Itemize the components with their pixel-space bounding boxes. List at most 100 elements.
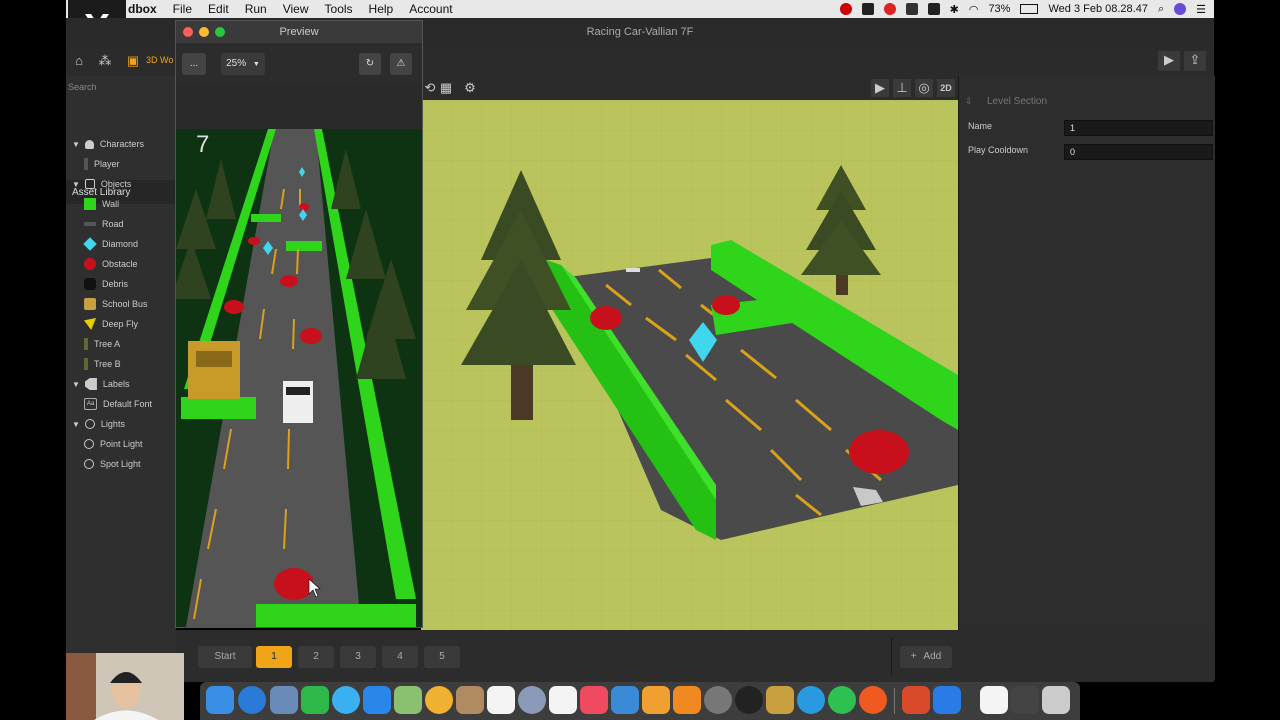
group-lights[interactable]: ▼ Lights	[66, 414, 176, 434]
share-icon[interactable]: ⇪	[1184, 51, 1206, 71]
keynote-icon[interactable]	[611, 686, 639, 714]
level-tab-1[interactable]: 1	[256, 646, 292, 668]
refresh-icon[interactable]: ↻	[359, 53, 381, 75]
preview-app-icon[interactable]	[270, 686, 298, 714]
sphere-icon[interactable]: ◎	[915, 79, 933, 97]
chevron-down-icon[interactable]: ▼	[72, 420, 80, 429]
zoom-select[interactable]: 25% ▼	[221, 53, 265, 75]
tab-3d-world[interactable]: 3D Wo	[146, 55, 173, 65]
start-button[interactable]: Start	[198, 646, 252, 668]
launchpad-icon[interactable]	[518, 686, 546, 714]
battery-percent[interactable]: 73%	[988, 3, 1010, 15]
axes-icon[interactable]: ⊥	[893, 79, 911, 97]
music-icon[interactable]	[580, 686, 608, 714]
asset-label: Diamond	[102, 239, 139, 249]
system-preferences-icon[interactable]	[704, 686, 732, 714]
wifi-icon[interactable]: ◠	[969, 3, 979, 16]
preview-menu-button[interactable]: ...	[182, 53, 206, 75]
menu-help[interactable]: Help	[369, 2, 394, 16]
status-app-icon[interactable]	[905, 3, 918, 15]
battery-icon[interactable]	[1020, 4, 1039, 14]
level-tab-4[interactable]: 4	[382, 646, 418, 668]
settings-icon[interactable]: ⚙	[461, 79, 479, 97]
app-icon[interactable]	[766, 686, 794, 714]
sandbox-app-icon[interactable]	[673, 686, 701, 714]
clock[interactable]: Wed 3 Feb 08.28.47	[1048, 3, 1147, 15]
asset-label: School Bus	[102, 299, 148, 309]
menu-file[interactable]: File	[173, 2, 192, 16]
spotlight-search-icon[interactable]: ⌕	[1158, 3, 1164, 16]
warning-icon[interactable]: ⚠	[390, 53, 412, 75]
scene-viewport[interactable]	[421, 100, 958, 630]
frame-icon[interactable]: ▦	[437, 79, 455, 97]
search-input[interactable]: Search	[68, 82, 172, 96]
notification-center-icon[interactable]: ☰	[1196, 3, 1206, 16]
group-labels[interactable]: ▼ Labels	[66, 374, 176, 394]
name-label: Name	[968, 121, 993, 131]
zoom-icon[interactable]	[933, 686, 961, 714]
level-tab-3[interactable]: 3	[340, 646, 376, 668]
play-icon[interactable]: ▶	[1158, 51, 1180, 71]
facetime-icon[interactable]	[301, 686, 329, 714]
plus-icon: +	[910, 651, 917, 662]
level-tab-2[interactable]: 2	[298, 646, 334, 668]
camera-icon[interactable]: ▶	[871, 79, 889, 97]
calendar-icon[interactable]	[487, 686, 515, 714]
safari-icon[interactable]	[238, 686, 266, 714]
contacts-icon[interactable]	[456, 686, 484, 714]
finder-icon[interactable]	[206, 686, 234, 714]
home-icon[interactable]: ⌂	[70, 52, 88, 70]
toggle-2d-button[interactable]: 2D	[937, 79, 955, 97]
menu-view[interactable]: View	[283, 2, 309, 16]
group-characters[interactable]: ▼ Characters	[66, 134, 176, 154]
asset-label: Tree A	[94, 339, 121, 349]
photos-icon[interactable]	[425, 686, 453, 714]
app-store-icon[interactable]	[363, 686, 391, 714]
app-menu-name[interactable]: dbox	[128, 2, 157, 16]
obs-icon[interactable]	[735, 686, 763, 714]
siri-icon[interactable]	[1174, 3, 1187, 15]
minimize-icon[interactable]	[199, 27, 209, 37]
close-icon[interactable]	[183, 27, 193, 37]
document-icon[interactable]	[980, 686, 1008, 714]
level-tab-5[interactable]: 5	[424, 646, 460, 668]
app-icon[interactable]	[859, 686, 887, 714]
telegram-icon[interactable]	[797, 686, 825, 714]
powerpoint-icon[interactable]	[902, 686, 930, 714]
trash-icon[interactable]	[1042, 686, 1070, 714]
asset-label: Default Font	[103, 399, 153, 409]
status-app-icon[interactable]	[839, 3, 852, 15]
status-app-icon[interactable]	[883, 3, 896, 15]
menu-account[interactable]: Account	[409, 2, 452, 16]
tree-icon	[84, 338, 88, 350]
menu-tools[interactable]: Tools	[325, 2, 353, 16]
group-label: Objects	[100, 179, 132, 189]
chevron-down-icon[interactable]: ▼	[72, 140, 80, 149]
preview-game-view[interactable]: 7	[176, 129, 422, 627]
video-letterbox-left	[0, 0, 66, 720]
whatsapp-icon[interactable]	[828, 686, 856, 714]
chevron-down-icon[interactable]: ▼	[72, 180, 80, 189]
keyboard-icon[interactable]	[1011, 686, 1039, 714]
bluetooth-icon[interactable]: ✱	[950, 3, 959, 16]
play-cooldown-field[interactable]: 0	[1064, 144, 1213, 160]
status-app-icon[interactable]	[927, 3, 940, 15]
asset-label: Obstacle	[102, 259, 138, 269]
notes-icon[interactable]	[549, 686, 577, 714]
group-objects[interactable]: ▼ Objects	[66, 174, 176, 194]
cube-icon[interactable]: ▣	[124, 52, 142, 70]
chevron-down-icon[interactable]: ▼	[72, 380, 80, 389]
name-field[interactable]: 1	[1064, 120, 1213, 136]
maximize-icon[interactable]	[215, 27, 225, 37]
hierarchy-icon[interactable]: ⁂	[96, 52, 114, 70]
messages-icon[interactable]	[332, 686, 360, 714]
road-icon	[84, 222, 96, 226]
pages-icon[interactable]	[642, 686, 670, 714]
asset-label: Point Light	[100, 439, 143, 449]
add-level-button[interactable]: + Add	[900, 646, 952, 668]
status-app-icon[interactable]	[861, 3, 874, 15]
menu-edit[interactable]: Edit	[208, 2, 229, 16]
asset-sidebar: Search Asset Library ▼ Characters Player…	[66, 76, 176, 680]
menu-run[interactable]: Run	[245, 2, 267, 16]
maps-icon[interactable]	[394, 686, 422, 714]
